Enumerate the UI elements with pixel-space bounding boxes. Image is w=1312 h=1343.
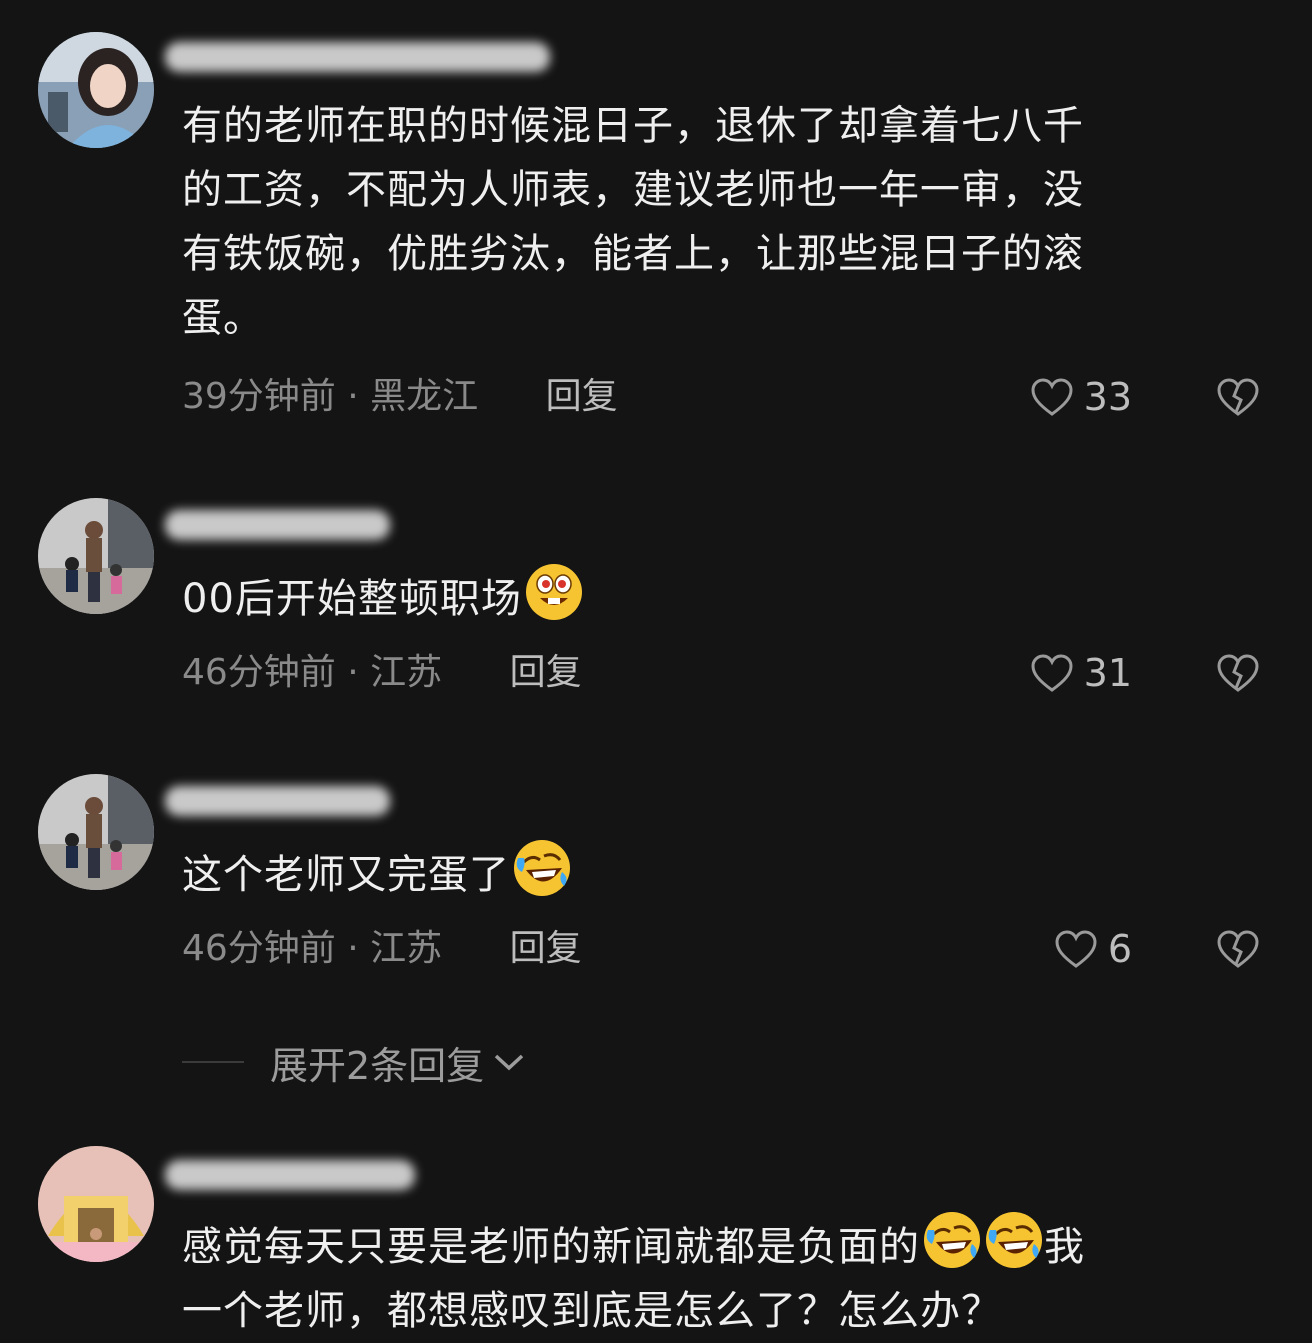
like-count: 6 bbox=[1107, 927, 1132, 971]
location: 黑龙江 bbox=[370, 376, 479, 417]
expand-replies-label: 展开2条回复 bbox=[270, 1043, 485, 1088]
heart-outline-icon bbox=[1031, 654, 1073, 692]
avatar-image bbox=[38, 774, 154, 890]
comment-meta: 46分钟前 · 江苏 回复 bbox=[182, 924, 582, 974]
comment-line: 有的老师在职的时候混日子，退休了却拿着七八千 bbox=[182, 103, 1084, 149]
reply-button[interactable]: 回复 bbox=[546, 376, 618, 417]
reply-button[interactable]: 回复 bbox=[510, 652, 582, 693]
comment-meta: 39分钟前 · 黑龙江 回复 bbox=[182, 372, 618, 422]
comment-item: 00后开始整顿职场 46分钟前 · 江苏 回复 31 bbox=[0, 490, 1312, 730]
divider bbox=[182, 1061, 244, 1063]
grinning-eyes-emoji bbox=[525, 564, 582, 620]
comment-text: 这个老师又完蛋了 bbox=[182, 838, 1252, 907]
comment-text: 有的老师在职的时候混日子，退休了却拿着七八千 的工资，不配为人师表，建议老师也一… bbox=[182, 94, 1252, 350]
comment-text: 00后开始整顿职场 bbox=[182, 562, 1252, 631]
broken-heart-icon[interactable] bbox=[1216, 928, 1260, 970]
comment-line: 蛋。 bbox=[182, 295, 264, 341]
comment-item: 感觉每天只要是老师的新闻就都是负面的 我 一个老师，都想感叹到底是怎么了？怎么办… bbox=[0, 1140, 1312, 1342]
avatar[interactable] bbox=[38, 774, 154, 890]
comment-line: 这个老师又完蛋了 bbox=[182, 838, 1252, 907]
broken-heart-icon[interactable] bbox=[1216, 652, 1260, 694]
rolling-laughing-emoji bbox=[514, 840, 570, 896]
username-redacted bbox=[165, 42, 550, 72]
username-redacted bbox=[165, 1160, 415, 1190]
comment-line: 的工资，不配为人师表，建议老师也一年一审，没 bbox=[182, 167, 1084, 213]
like-count: 33 bbox=[1083, 375, 1132, 419]
comment-meta: 46分钟前 · 江苏 回复 bbox=[182, 648, 582, 698]
heart-outline-icon bbox=[1055, 930, 1097, 968]
avatar[interactable] bbox=[38, 1146, 154, 1262]
comment-item: 这个老师又完蛋了 46分钟前 · 江苏 回复 6 bbox=[0, 766, 1312, 1006]
username-redacted bbox=[165, 510, 390, 540]
like-count: 31 bbox=[1083, 651, 1132, 695]
like-button[interactable]: 31 bbox=[1030, 648, 1132, 698]
like-button[interactable]: 33 bbox=[1030, 372, 1132, 422]
username-redacted bbox=[165, 786, 390, 816]
comment-line: 00后开始整顿职场 bbox=[182, 562, 1252, 631]
avatar-image bbox=[38, 1146, 154, 1262]
location: 江苏 bbox=[370, 928, 443, 969]
separator: · bbox=[347, 928, 359, 969]
timestamp: 46分钟前 bbox=[182, 652, 336, 693]
timestamp: 39分钟前 bbox=[182, 376, 336, 417]
comment-item: 有的老师在职的时候混日子，退休了却拿着七八千 的工资，不配为人师表，建议老师也一… bbox=[0, 0, 1312, 460]
avatar-image bbox=[38, 498, 154, 614]
avatar[interactable] bbox=[38, 498, 154, 614]
location: 江苏 bbox=[370, 652, 443, 693]
separator: · bbox=[347, 652, 359, 693]
separator: · bbox=[347, 376, 359, 417]
like-button[interactable]: 6 bbox=[1054, 924, 1132, 974]
expand-replies-button[interactable]: 展开2条回复 bbox=[182, 1036, 526, 1088]
rolling-laughing-emoji bbox=[924, 1212, 980, 1268]
broken-heart-icon[interactable] bbox=[1216, 376, 1260, 418]
rolling-laughing-emoji bbox=[986, 1212, 1042, 1268]
heart-outline-icon bbox=[1031, 378, 1073, 416]
avatar[interactable] bbox=[38, 32, 154, 148]
reply-button[interactable]: 回复 bbox=[510, 928, 582, 969]
chevron-down-icon bbox=[495, 1054, 524, 1071]
avatar-image bbox=[38, 32, 154, 148]
comment-line: 有铁饭碗，优胜劣汰，能者上，让那些混日子的滚 bbox=[182, 231, 1084, 277]
comment-line: 感觉每天只要是老师的新闻就都是负面的 我 bbox=[182, 1210, 1252, 1279]
comment-text: 感觉每天只要是老师的新闻就都是负面的 我 一个老师，都想感叹到底是怎么了？怎么办… bbox=[182, 1210, 1252, 1343]
comment-line: 一个老师，都想感叹到底是怎么了？怎么办？ bbox=[182, 1288, 1002, 1334]
timestamp: 46分钟前 bbox=[182, 928, 336, 969]
